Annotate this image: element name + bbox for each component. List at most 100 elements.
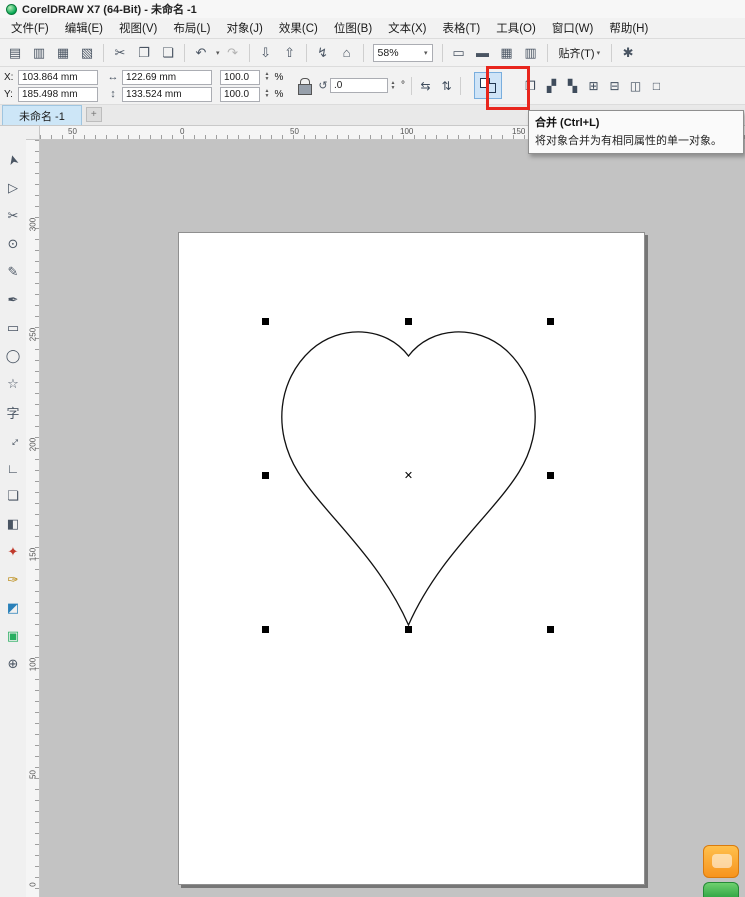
menu-window[interactable]: 窗口(W) [544,18,602,38]
drawing-canvas[interactable]: ✕ [40,140,745,897]
simplify-button[interactable]: ⊟ [604,74,625,97]
propbar-separator [460,77,461,95]
selection-handle[interactable] [405,626,412,633]
x-position-field[interactable]: 103.864 mm [18,70,98,85]
trim-button[interactable]: ▚ [562,74,583,97]
selection-handle[interactable] [262,318,269,325]
dimension-tool[interactable]: ↔ [2,426,24,454]
y-label: Y: [4,89,16,100]
menu-table[interactable]: 表格(T) [435,18,489,38]
object-height-field[interactable]: 133.524 mm [122,87,212,102]
pick-tool-icon: ➤ [4,153,22,168]
open-button[interactable]: ▥ [28,42,50,64]
menu-object[interactable]: 对象(J) [218,18,270,38]
redo-button[interactable]: ↷ [222,42,244,64]
export-button[interactable]: ⇧ [279,42,301,64]
coreldraw-window: CorelDRAW X7 (64-Bit) - 未命名 -1 文件(F) 编辑(… [0,0,745,897]
remove-front-button[interactable]: ◫ [625,74,646,97]
polygon-tool[interactable]: ☆ [2,370,24,398]
show-grid-button[interactable]: ▦ [496,42,518,64]
text-tool[interactable]: 字 [2,398,24,426]
import-button[interactable]: ⇩ [255,42,277,64]
vertical-ruler[interactable]: 300 250 200 150 100 50 0 [26,140,40,897]
menu-effects[interactable]: 效果(C) [271,18,326,38]
selection-handle[interactable] [547,626,554,633]
show-guidelines-button[interactable]: ▥ [520,42,542,64]
floating-hint-badge-green[interactable] [703,882,739,897]
zoom-tool[interactable]: ⊙ [2,230,24,258]
ruler-origin-corner[interactable] [26,126,40,140]
mirror-horizontal-button[interactable]: ⇆ [415,74,436,97]
create-boundary-button[interactable]: □ [646,74,667,97]
spinner[interactable]: ▲ ▼ [388,81,398,91]
menu-layout[interactable]: 布局(L) [165,18,218,38]
crop-tool[interactable]: ✂ [2,202,24,230]
pick-tool[interactable]: ➤ [2,146,24,174]
interactive-fill-tool[interactable]: ◩ [2,594,24,622]
spinner[interactable]: ▲ ▼ [262,89,272,99]
options-button[interactable]: ✱ [617,42,639,64]
undo-dropdown-caret-icon[interactable]: ▾ [216,49,220,57]
print-button[interactable]: ▧ [76,42,98,64]
selection-handle[interactable] [262,472,269,479]
zoom-level-select[interactable]: 58% ▾ [373,44,433,62]
save-button[interactable]: ▦ [52,42,74,64]
weld-button[interactable]: ▞ [541,74,562,97]
menu-bitmaps[interactable]: 位图(B) [326,18,380,38]
selection-handle[interactable] [262,626,269,633]
spinner[interactable]: ▲ ▼ [262,72,272,82]
menu-tools[interactable]: 工具(O) [488,18,544,38]
application-launcher-button[interactable]: ↯ [312,42,334,64]
new-tab-button[interactable]: + [86,107,102,122]
propbar-separator [411,77,412,95]
object-width-field[interactable]: 122.69 mm [122,70,212,85]
add-tool-button[interactable]: ⊕ [2,650,24,678]
selection-handle[interactable] [547,318,554,325]
copy-button[interactable]: ❐ [133,42,155,64]
selection-center-mark[interactable]: ✕ [404,469,413,482]
cut-button[interactable]: ✂ [109,42,131,64]
scale-horizontal-field[interactable]: 100.0 [220,70,260,85]
menu-file[interactable]: 文件(F) [3,18,57,38]
snap-to-dropdown[interactable]: 贴齐(T) ▾ [553,45,607,61]
selection-handle[interactable] [547,472,554,479]
menu-edit[interactable]: 编辑(E) [57,18,111,38]
ellipse-tool[interactable]: ◯ [2,342,24,370]
transparency-tool[interactable]: ◧ [2,510,24,538]
paste-button[interactable]: ❏ [157,42,179,64]
color-eyedropper-tool[interactable]: ✦ [2,538,24,566]
ruler-label: 300 [29,218,38,232]
mirror-vertical-button[interactable]: ⇅ [436,74,457,97]
drop-shadow-tool[interactable]: ❏ [2,482,24,510]
selection-handle[interactable] [405,318,412,325]
tooltip: 合并 (Ctrl+L) 将对象合并为有相同属性的单一对象。 [528,110,744,154]
snap-to-label: 贴齐(T) [559,45,595,61]
lock-ratio-button[interactable] [296,78,312,94]
connector-tool[interactable]: ∟ [2,454,24,482]
menu-help[interactable]: 帮助(H) [601,18,656,38]
outline-pen-tool[interactable]: ✑ [2,566,24,594]
intersect-button[interactable]: ⊞ [583,74,604,97]
rotation-icon: ↺ [316,79,330,92]
floating-hint-badge-orange[interactable] [703,845,739,878]
y-position-field[interactable]: 185.498 mm [18,87,98,102]
rectangle-tool[interactable]: ▭ [2,314,24,342]
rotation-angle-field[interactable]: .0 [330,78,388,93]
selected-object[interactable]: ✕ [266,322,551,630]
artistic-media-tool[interactable]: ✒ [2,286,24,314]
shape-tool[interactable]: ▷ [2,174,24,202]
document-tab-active[interactable]: 未命名 -1 [2,105,82,125]
scale-vertical-field[interactable]: 100.0 [220,87,260,102]
new-document-button[interactable]: ▤ [4,42,26,64]
smart-fill-tool[interactable]: ▣ [2,622,24,650]
menu-text[interactable]: 文本(X) [380,18,434,38]
freehand-tool[interactable]: ✎ [2,258,24,286]
show-rulers-button[interactable]: ▬ [472,42,494,64]
undo-button[interactable]: ↶ [190,42,212,64]
app-icon [6,4,17,15]
toolbar-separator [611,44,612,62]
fullscreen-preview-button[interactable]: ▭ [448,42,470,64]
menu-view[interactable]: 视图(V) [111,18,165,38]
property-bar: X: 103.864 mm Y: 185.498 mm ↔ 122.69 mm … [0,67,745,105]
welcome-screen-button[interactable]: ⌂ [336,42,358,64]
